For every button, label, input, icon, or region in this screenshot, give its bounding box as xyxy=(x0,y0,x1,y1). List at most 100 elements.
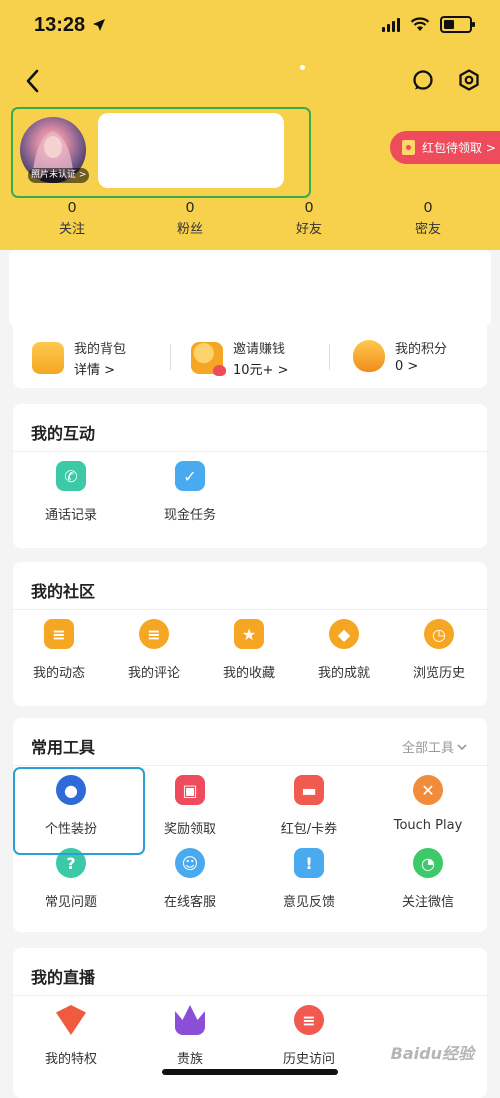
visit-history-label: 历史访问 xyxy=(282,1052,335,1067)
community-title: 我的社区 xyxy=(31,582,96,601)
section-divider xyxy=(13,451,487,452)
quick-link-points-title: 我的积分 xyxy=(395,342,448,357)
browse-history-label: 浏览历史 xyxy=(412,666,465,681)
reward-claim-label: 奖励领取 xyxy=(163,822,216,837)
redpacket-icon xyxy=(402,140,415,155)
follow-wechat-label: 关注微信 xyxy=(401,895,454,910)
camera-dot-icon xyxy=(300,65,305,70)
touch-play-icon: ✕ xyxy=(413,775,443,805)
stat-fans-label: 粉丝 xyxy=(176,222,203,237)
dress-up-highlight-box xyxy=(13,767,145,855)
redpacket-label: 红包待领取 > xyxy=(422,141,496,155)
redacted-banner xyxy=(9,250,491,326)
my-posts-item[interactable]: ≡ 我的动态 xyxy=(9,619,109,681)
tools-title: 常用工具 xyxy=(31,738,96,757)
stat-friends-label: 好友 xyxy=(295,222,322,237)
interaction-title: 我的互动 xyxy=(31,424,96,443)
feedback-item[interactable]: ! 意见反馈 xyxy=(259,848,359,910)
stat-close-friends-label: 密友 xyxy=(414,222,441,237)
clock-icon: ◷ xyxy=(424,619,454,649)
stat-fans-count: 0 xyxy=(185,199,195,216)
touch-play-item[interactable]: ✕ Touch Play xyxy=(378,775,478,833)
cash-task-item[interactable]: ✓ 现金任务 xyxy=(140,461,240,523)
visit-history-icon: ≡ xyxy=(294,1005,324,1035)
faq-label: 常见问题 xyxy=(44,895,97,910)
reward-claim-item[interactable]: ▣ 奖励领取 xyxy=(140,775,240,837)
nobility-item[interactable]: 贵族 xyxy=(140,1005,240,1067)
redpacket-card-icon: ▬ xyxy=(294,775,324,805)
section-divider xyxy=(13,765,487,766)
quick-link-backpack-title: 我的背包 xyxy=(74,342,127,357)
comment-icon: ≡ xyxy=(139,619,169,649)
nobility-label: 贵族 xyxy=(176,1052,203,1067)
my-favorites-label: 我的收藏 xyxy=(222,666,275,681)
chevron-down-icon xyxy=(457,743,467,750)
quick-link-invite[interactable]: 邀请赚钱 10元+ > xyxy=(191,338,288,378)
quick-links-card: 我的背包 详情 > 邀请赚钱 10元+ > 我的积分 0 > xyxy=(13,326,487,388)
stat-fans[interactable]: 0 粉丝 xyxy=(150,199,230,237)
community-card: 我的社区 ≡ 我的动态 ≡ 我的评论 ★ 我的收藏 ◆ 我的成就 ◷ 浏览历史 xyxy=(13,562,487,706)
task-check-icon: ✓ xyxy=(175,461,205,491)
status-icons xyxy=(382,16,475,33)
headset-icon: ☺ xyxy=(175,848,205,878)
redpacket-coupon-item[interactable]: ▬ 红包/卡券 xyxy=(259,775,359,837)
username-redacted xyxy=(98,113,284,188)
watermark: Baidu经验 xyxy=(390,1044,474,1063)
section-divider xyxy=(13,995,487,996)
crown-icon xyxy=(175,1005,205,1035)
quick-link-points[interactable]: 我的积分 0 > xyxy=(353,338,447,374)
cash-task-label: 现金任务 xyxy=(163,508,216,523)
location-arrow-icon xyxy=(92,17,106,36)
verify-badge[interactable]: 照片未认证 > xyxy=(28,168,90,183)
phone-icon: ✆ xyxy=(56,461,86,491)
favorite-star-icon: ★ xyxy=(234,619,264,649)
online-service-label: 在线客服 xyxy=(163,895,216,910)
message-button[interactable] xyxy=(412,69,434,91)
divider xyxy=(329,344,330,370)
quick-link-invite-sub: 10元+ > xyxy=(233,363,289,378)
my-favorites-item[interactable]: ★ 我的收藏 xyxy=(199,619,299,681)
wifi-icon xyxy=(410,17,430,31)
call-records-label: 通话记录 xyxy=(44,508,97,523)
quick-link-backpack-sub: 详情 > xyxy=(74,363,116,378)
my-achievements-item[interactable]: ◆ 我的成就 xyxy=(294,619,394,681)
live-card: 我的直播 我的特权 贵族 ≡ 历史访问 xyxy=(13,948,487,1098)
interaction-card: 我的互动 ✆ 通话记录 ✓ 现金任务 xyxy=(13,404,487,548)
gift-icon: ▣ xyxy=(175,775,205,805)
status-time: 13:28 xyxy=(34,14,86,36)
back-button[interactable] xyxy=(22,68,44,94)
stat-following[interactable]: 0 关注 xyxy=(32,199,112,237)
faq-item[interactable]: ? 常见问题 xyxy=(21,848,121,910)
section-divider xyxy=(13,609,487,610)
all-tools-label: 全部工具 xyxy=(401,741,454,756)
quick-link-backpack[interactable]: 我的背包 详情 > xyxy=(32,338,126,378)
call-records-item[interactable]: ✆ 通话记录 xyxy=(21,461,121,523)
invite-user-icon xyxy=(191,342,226,376)
signal-icon xyxy=(382,17,400,32)
online-service-item[interactable]: ☺ 在线客服 xyxy=(140,848,240,910)
points-bag-icon xyxy=(353,340,385,372)
wechat-icon: ◔ xyxy=(413,848,443,878)
visit-history-item[interactable]: ≡ 历史访问 xyxy=(259,1005,359,1067)
stat-friends[interactable]: 0 好友 xyxy=(269,199,349,237)
quick-link-points-sub: 0 > xyxy=(395,359,419,374)
my-privilege-label: 我的特权 xyxy=(44,1052,97,1067)
feedback-exclaim-icon: ! xyxy=(294,848,324,878)
stat-friends-count: 0 xyxy=(304,199,314,216)
my-comments-item[interactable]: ≡ 我的评论 xyxy=(104,619,204,681)
achievement-medal-icon: ◆ xyxy=(329,619,359,649)
redpacket-coupon-label: 红包/卡券 xyxy=(280,822,338,837)
settings-button[interactable] xyxy=(457,68,481,92)
quick-link-invite-title: 邀请赚钱 xyxy=(233,342,286,357)
redpacket-button[interactable]: 红包待领取 > xyxy=(390,131,500,164)
battery-icon xyxy=(440,16,475,33)
privilege-gem-icon xyxy=(56,1005,86,1035)
stat-close-friends[interactable]: 0 密友 xyxy=(388,199,468,237)
browse-history-item[interactable]: ◷ 浏览历史 xyxy=(389,619,489,681)
follow-wechat-item[interactable]: ◔ 关注微信 xyxy=(378,848,478,910)
touch-play-label: Touch Play xyxy=(393,818,463,833)
all-tools-link[interactable]: 全部工具 xyxy=(402,737,467,756)
divider xyxy=(170,344,171,370)
my-privilege-item[interactable]: 我的特权 xyxy=(21,1005,121,1067)
home-indicator[interactable] xyxy=(162,1069,338,1075)
